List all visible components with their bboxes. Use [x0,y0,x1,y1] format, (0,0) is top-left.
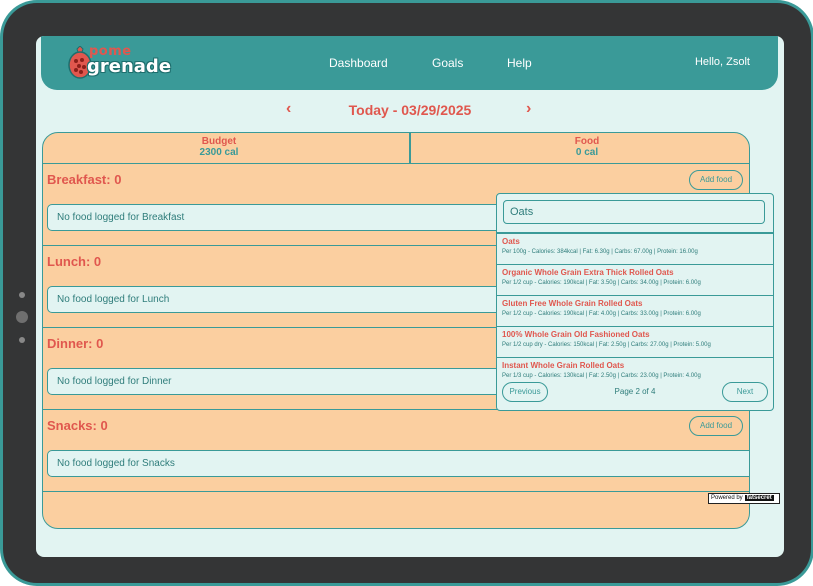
next-day-chevron-icon[interactable]: › [526,100,531,118]
meal-title: Lunch: 0 [47,254,102,269]
result-details: Per 1/2 cup dry - Calories: 150kcal | Fa… [502,342,711,348]
budget-cell: Budget 2300 cal [43,133,395,163]
camera [16,311,28,323]
result-details: Per 1/3 cup - Calories: 130kcal | Fat: 2… [502,373,701,379]
meal-title: Dinner: 0 [47,336,104,351]
budget-value: 2300 cal [199,147,239,158]
nav-goals[interactable]: Goals [432,56,463,70]
date-navigation: ‹ Today - 03/29/2025 › [36,100,784,122]
meal-title: Snacks: 0 [47,418,108,433]
result-details: Per 1/2 cup - Calories: 190kcal | Fat: 3… [502,280,701,286]
nav-dashboard[interactable]: Dashboard [329,56,388,70]
result-details: Per 100g - Calories: 384kcal | Fat: 6.30… [502,249,698,255]
empty-meal-text: No food logged for Dinner [57,376,172,387]
fatsecret-badge[interactable]: Powered by fatsecret [708,493,780,504]
food-label: Food [574,136,600,147]
search-result-item[interactable]: Oats Per 100g - Calories: 384kcal | Fat:… [497,234,773,265]
budget-label: Budget [201,136,237,147]
result-name: Gluten Free Whole Grain Rolled Oats [502,299,643,308]
result-name: Organic Whole Grain Extra Thick Rolled O… [502,268,674,277]
logo[interactable]: pome grenade [67,44,207,82]
meal-title: Breakfast: 0 [47,172,122,187]
app-screen: pome grenade Dashboard Goals Help Hello,… [36,36,784,557]
add-food-button[interactable]: Add food [689,416,743,436]
nav-help[interactable]: Help [507,56,532,70]
search-result-item[interactable]: 100% Whole Grain Old Fashioned Oats Per … [497,327,773,358]
pagination: Previous Page 2 of 4 Next [497,380,773,408]
food-cell: Food 0 cal [411,133,749,163]
sensor-dot [19,337,25,343]
top-navbar: pome grenade Dashboard Goals Help Hello,… [41,36,778,90]
badge-text: Powered by [711,495,743,501]
search-result-item[interactable]: Gluten Free Whole Grain Rolled Oats Per … [497,296,773,327]
result-name: Oats [502,237,520,246]
user-greeting[interactable]: Hello, Zsolt [695,56,750,68]
next-page-button[interactable]: Next [722,382,768,402]
food-search-input[interactable] [503,200,765,224]
empty-meal-text: No food logged for Breakfast [57,212,185,223]
date-title: Today - 03/29/2025 [348,102,472,118]
empty-meal-row: No food logged for Snacks [47,450,749,477]
sensor-dot [19,292,25,298]
meal-section-snacks: Snacks: 0 Add food No food logged for Sn… [43,410,749,492]
search-result-item[interactable]: Organic Whole Grain Extra Thick Rolled O… [497,265,773,296]
empty-meal-text: No food logged for Lunch [57,294,170,305]
food-value: 0 cal [575,147,599,158]
tablet-frame: pome grenade Dashboard Goals Help Hello,… [3,3,811,583]
logo-text-bottom: grenade [87,56,172,77]
result-name: Instant Whole Grain Rolled Oats [502,361,625,370]
food-search-dropdown: Oats Per 100g - Calories: 384kcal | Fat:… [496,193,774,411]
result-details: Per 1/2 cup - Calories: 190kcal | Fat: 4… [502,311,701,317]
empty-meal-text: No food logged for Snacks [57,458,175,469]
badge-brand: fatsecret [744,495,774,501]
add-food-button[interactable]: Add food [689,170,743,190]
calorie-summary: Budget 2300 cal Food 0 cal [43,133,749,164]
result-name: 100% Whole Grain Old Fashioned Oats [502,330,650,339]
